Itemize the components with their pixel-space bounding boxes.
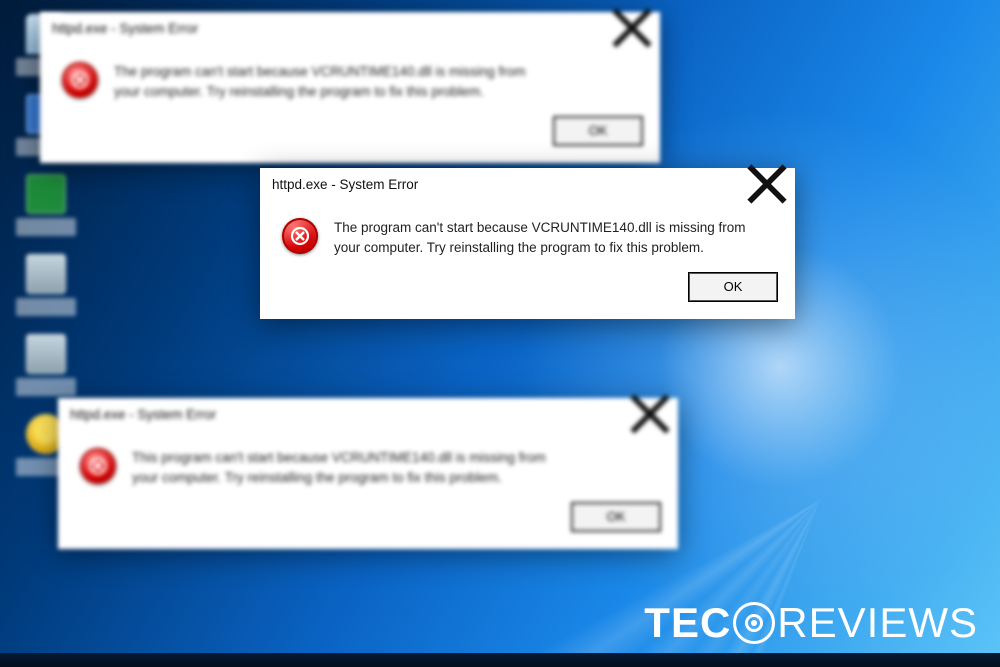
windows-desktop: httpd.exe - System Error The program can… — [0, 0, 1000, 667]
ok-button[interactable]: OK — [689, 273, 777, 301]
dialog-footer: OK — [260, 273, 795, 319]
taskbar[interactable] — [0, 653, 1000, 667]
error-icon — [282, 218, 318, 254]
dialog-title: httpd.exe - System Error — [52, 21, 198, 36]
dialog-body: The program can't start because VCRUNTIM… — [260, 200, 795, 273]
close-icon[interactable] — [745, 170, 789, 198]
dialog-message: The program can't start because VCRUNTIM… — [114, 62, 544, 103]
dialog-body: The program can't start because VCRUNTIM… — [40, 44, 660, 117]
dialog-footer: OK — [40, 117, 660, 163]
dialog-titlebar[interactable]: httpd.exe - System Error — [40, 12, 660, 44]
dialog-body: This program can't start because VCRUNTI… — [58, 430, 678, 503]
error-icon — [80, 448, 116, 484]
error-dialog-active: httpd.exe - System Error The program can… — [260, 168, 795, 319]
ok-button[interactable]: OK — [572, 503, 660, 531]
dialog-message: This program can't start because VCRUNTI… — [132, 448, 562, 489]
desktop-icon[interactable] — [14, 334, 78, 406]
target-icon — [733, 602, 775, 644]
dialog-titlebar[interactable]: httpd.exe - System Error — [58, 398, 678, 430]
error-dialog-blurred-bottom: httpd.exe - System Error This program ca… — [58, 398, 678, 549]
site-watermark: TEC REVIEWS — [644, 599, 978, 647]
dialog-titlebar[interactable]: httpd.exe - System Error — [260, 168, 795, 200]
desktop-icon[interactable] — [14, 254, 78, 326]
error-dialog-blurred-top: httpd.exe - System Error The program can… — [40, 12, 660, 163]
error-icon — [62, 62, 98, 98]
dialog-title: httpd.exe - System Error — [272, 177, 418, 192]
watermark-right: REVIEWS — [777, 599, 978, 647]
ok-button[interactable]: OK — [554, 117, 642, 145]
desktop-icon[interactable] — [14, 174, 78, 246]
close-icon[interactable] — [610, 14, 654, 42]
dialog-message: The program can't start because VCRUNTIM… — [334, 218, 764, 259]
dialog-footer: OK — [58, 503, 678, 549]
dialog-title: httpd.exe - System Error — [70, 407, 216, 422]
watermark-left: TEC — [644, 599, 731, 646]
close-icon[interactable] — [628, 400, 672, 428]
